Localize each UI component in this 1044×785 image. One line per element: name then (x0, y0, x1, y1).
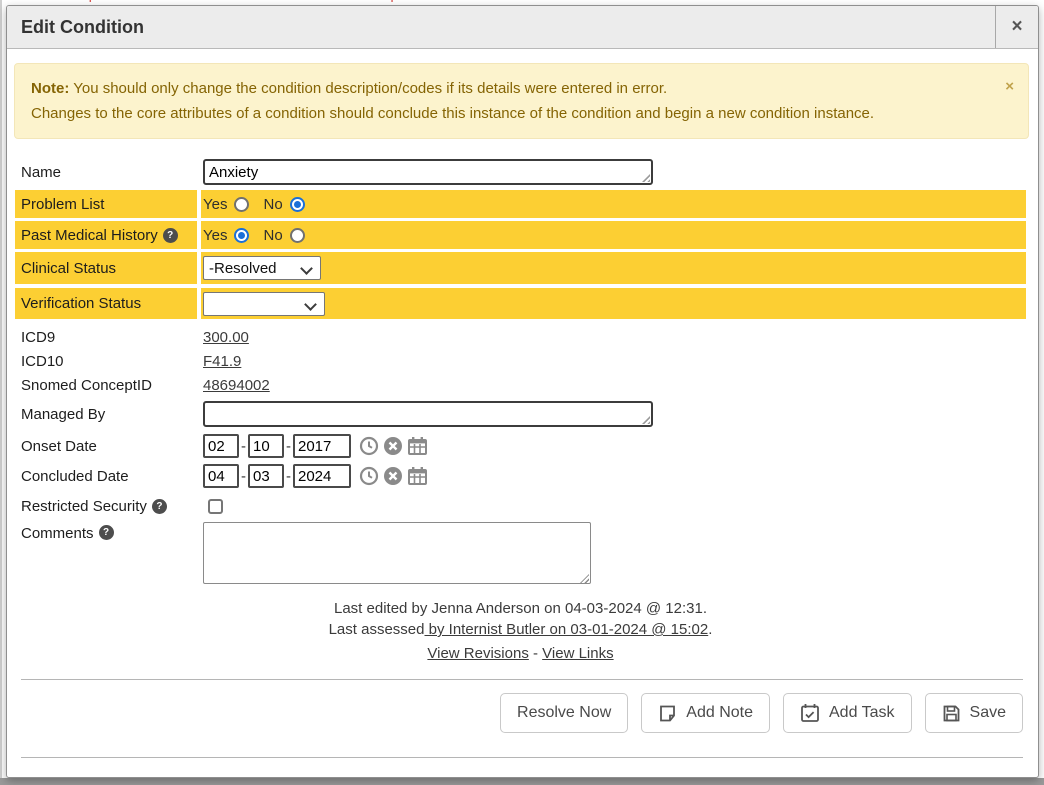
close-icon: × (1011, 16, 1022, 38)
problem-list-yes-radio[interactable] (234, 197, 249, 212)
view-links-line: View Revisions - View Links (15, 645, 1026, 662)
dialog-title: Edit Condition (7, 6, 995, 48)
help-icon[interactable]: ? (163, 228, 178, 243)
row-clinical-status: Clinical Status -Resolved (15, 252, 1026, 284)
onset-day-input[interactable] (248, 434, 284, 458)
save-label: Save (970, 704, 1006, 722)
clipped-background-text: Tasks 4 Open Enc 1 Due List 10 Overdue R… (4, 0, 489, 3)
clock-icon[interactable] (359, 436, 379, 456)
note-icon (658, 704, 677, 723)
add-note-button[interactable]: Add Note (641, 693, 770, 733)
onset-date-label: Onset Date (15, 432, 197, 460)
row-past-medical-history: Past Medical History ? Yes No (15, 221, 1026, 249)
row-name: Name (15, 157, 1026, 187)
concluded-day-input[interactable] (248, 464, 284, 488)
help-icon[interactable]: ? (99, 525, 114, 540)
icd9-code-link[interactable]: 300.00 (203, 329, 249, 346)
resolve-now-label: Resolve Now (517, 704, 611, 722)
clinical-status-label: Clinical Status (15, 252, 197, 284)
past-medical-history-label: Past Medical History (21, 227, 158, 244)
date-separator: - (241, 468, 246, 485)
pmh-no-radio[interactable] (290, 228, 305, 243)
row-restricted-security: Restricted Security ? (15, 494, 1026, 518)
help-icon[interactable]: ? (152, 499, 167, 514)
clinical-status-value: -Resolved (209, 260, 277, 277)
problem-list-no-radio[interactable] (290, 197, 305, 212)
date-separator: - (286, 438, 291, 455)
add-note-label: Add Note (686, 704, 753, 722)
pmh-yes-radio[interactable] (234, 228, 249, 243)
row-icd10: ICD10 F41.9 (15, 349, 1026, 373)
concluded-year-input[interactable] (293, 464, 351, 488)
managed-by-input[interactable] (203, 401, 653, 427)
onset-month-input[interactable] (203, 434, 239, 458)
row-concluded-date: Concluded Date - - (15, 462, 1026, 490)
warning-note-banner: Note: You should only change the conditi… (14, 63, 1029, 139)
resolve-now-button[interactable]: Resolve Now (500, 693, 628, 733)
verification-status-select[interactable] (203, 292, 325, 316)
comments-textarea[interactable] (203, 522, 591, 584)
problem-list-yes-label: Yes (203, 196, 227, 213)
icd10-code-link[interactable]: F41.9 (203, 353, 241, 370)
row-snomed: Snomed ConceptID 48694002 (15, 373, 1026, 397)
divider-below-buttons (21, 757, 1023, 758)
save-button[interactable]: Save (925, 693, 1023, 733)
date-separator: - (286, 468, 291, 485)
comments-label: Comments (21, 525, 94, 542)
name-label: Name (15, 157, 197, 187)
clear-date-icon[interactable] (383, 436, 403, 456)
view-links-link[interactable]: View Links (542, 645, 613, 662)
problem-list-label: Problem List (15, 190, 197, 218)
row-icd9: ICD9 300.00 (15, 325, 1026, 349)
view-revisions-link[interactable]: View Revisions (427, 645, 528, 662)
note-close-icon[interactable]: × (1005, 74, 1014, 99)
pmh-no-label: No (263, 227, 282, 244)
clear-date-icon[interactable] (383, 466, 403, 486)
snomed-code-link[interactable]: 48694002 (203, 377, 270, 394)
last-assessed-line: Last assessed by Internist Butler on 03-… (15, 619, 1026, 640)
edit-condition-dialog: Edit Condition × Note: You should only c… (6, 5, 1039, 778)
concluded-month-input[interactable] (203, 464, 239, 488)
page-left-edge (0, 0, 2, 785)
icd9-label: ICD9 (15, 325, 197, 349)
name-input[interactable] (203, 159, 653, 185)
row-verification-status: Verification Status (15, 288, 1026, 319)
icd10-label: ICD10 (15, 349, 197, 373)
problem-list-no-label: No (263, 196, 282, 213)
calendar-icon[interactable] (407, 466, 428, 486)
row-managed-by: Managed By (15, 399, 1026, 429)
clock-icon[interactable] (359, 466, 379, 486)
restricted-security-label: Restricted Security (21, 498, 147, 515)
save-icon (942, 704, 961, 723)
add-task-button[interactable]: Add Task (783, 693, 912, 733)
row-onset-date: Onset Date - - (15, 432, 1026, 460)
dialog-close-button[interactable]: × (995, 6, 1038, 48)
calendar-check-icon (800, 703, 820, 723)
dialog-header: Edit Condition × (7, 6, 1038, 49)
row-problem-list: Problem List Yes No (15, 190, 1026, 218)
concluded-date-label: Concluded Date (15, 462, 197, 490)
onset-year-input[interactable] (293, 434, 351, 458)
page-bottom-strip (0, 778, 1044, 785)
last-assessed-link[interactable]: by Internist Butler on 03-01-2024 @ 15:0… (424, 621, 708, 638)
snomed-label: Snomed ConceptID (15, 373, 197, 397)
date-separator: - (241, 438, 246, 455)
add-task-label: Add Task (829, 704, 895, 722)
restricted-security-checkbox[interactable] (208, 499, 223, 514)
clinical-status-select[interactable]: -Resolved (203, 256, 321, 280)
pmh-yes-label: Yes (203, 227, 227, 244)
row-comments: Comments ? (15, 522, 1026, 588)
note-prefix: Note: (31, 80, 69, 97)
verification-status-label: Verification Status (15, 288, 197, 319)
form-body: Name Problem List Yes No Past Medical Hi… (7, 157, 1038, 758)
calendar-icon[interactable] (407, 436, 428, 456)
note-line-1: Note: You should only change the conditi… (31, 76, 1012, 101)
managed-by-label: Managed By (15, 399, 197, 429)
action-button-row: Resolve Now Add Note Add Task (15, 680, 1026, 733)
note-line-2: Changes to the core attributes of a cond… (31, 101, 1012, 126)
last-edited-line: Last edited by Jenna Anderson on 04-03-2… (15, 598, 1026, 619)
link-separator: - (533, 645, 538, 662)
